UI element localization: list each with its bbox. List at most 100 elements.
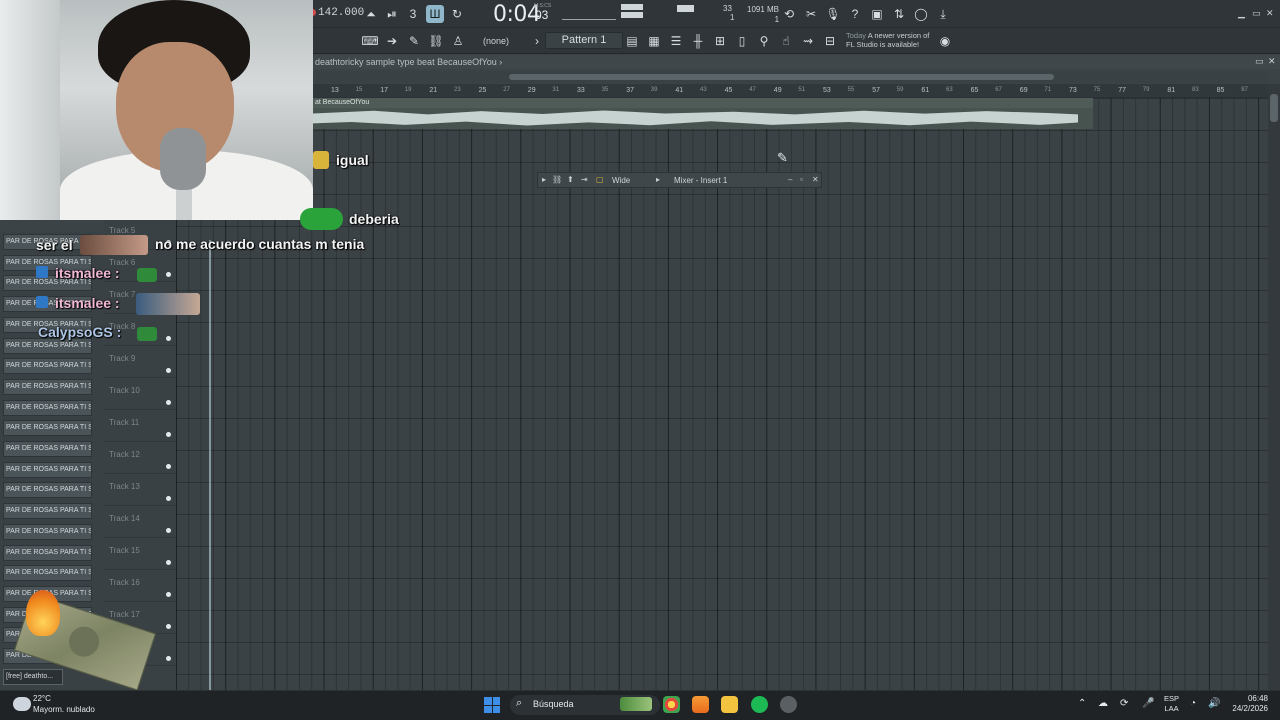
mixer-fx-icon[interactable]: ⇝ (799, 32, 817, 50)
picker-clip-item[interactable]: PAR DE ROSAS PARA TI SA... (3, 441, 92, 457)
track-mute-indicator[interactable] (166, 464, 171, 469)
download-icon[interactable]: ⤓ (934, 5, 952, 23)
route-icon[interactable]: ⇥ (581, 175, 588, 184)
playhead[interactable] (209, 240, 211, 690)
picker-clip-item[interactable]: PAR DE ROSAS PARA TI SA... (3, 565, 92, 582)
picker-clip-item[interactable]: PAR DE ROSAS PARA TI SA... (3, 399, 92, 416)
track-header[interactable]: Track 14 (104, 506, 176, 538)
track-mute-indicator[interactable] (166, 656, 171, 661)
touch-icon[interactable]: ☝ (777, 32, 795, 50)
mixer-icon[interactable]: ╫ (689, 32, 707, 50)
scrollbar-thumb[interactable] (509, 74, 1054, 80)
mixer-minimize-icon[interactable]: – (788, 175, 792, 184)
picker-clip-item[interactable]: PAR DE ROSAS PARA TI SA... (3, 378, 92, 395)
track-header[interactable]: Track 13 (104, 474, 176, 506)
file-explorer-icon[interactable] (721, 696, 738, 713)
track-mute-indicator[interactable] (166, 432, 171, 437)
track-header[interactable]: Track 12 (104, 442, 176, 474)
loop-record-icon[interactable]: ↻ (448, 5, 466, 23)
mixer-maximize-icon[interactable]: ▫ (800, 175, 803, 184)
fl-studio-icon[interactable] (692, 696, 709, 713)
timeline-ruler[interactable]: 13 17 21 25 29 33 37 41 45 49 53 57 61 65 69 73 77 81 85 15… (313, 84, 1268, 98)
wifi-icon[interactable]: ◔ (1190, 698, 1196, 709)
snap-select[interactable]: (none) (483, 36, 509, 46)
pencil-icon[interactable]: ✎ (405, 32, 423, 50)
playlist-minimize-icon[interactable]: ▭ (1255, 56, 1264, 67)
store-icon[interactable]: ⊟ (821, 32, 839, 50)
app-icon[interactable] (780, 696, 797, 713)
mic-icon[interactable]: 🎙 (824, 5, 842, 23)
restore-icon[interactable]: ▭ (1252, 8, 1261, 19)
pattern-prev-icon[interactable]: › (528, 32, 546, 50)
track-mute-indicator[interactable] (166, 592, 171, 597)
link-chain-icon[interactable]: ⛓ (552, 175, 562, 184)
volume-icon[interactable]: 🔊 (1208, 698, 1220, 709)
arrow-icon[interactable]: ➔ (383, 32, 401, 50)
arrow-up-icon[interactable]: ⬆ (567, 175, 574, 184)
weather-widget[interactable]: 22°C Mayorm. nublado (33, 693, 95, 715)
picker-clip-item[interactable]: PAR DE ROSAS PARA TI SA... (3, 544, 92, 561)
playlist-icon[interactable]: ▤ (623, 32, 641, 50)
mixer-insert-window[interactable]: ▸ ⛓ ⬆ ⇥ ▢ Wide ▸ Mixer - Insert 1 – ▫ ✕ (537, 172, 822, 188)
track-mute-indicator[interactable] (166, 528, 171, 533)
globe-icon[interactable]: ◉ (936, 32, 954, 50)
folder-icon[interactable]: ▢ (596, 175, 604, 184)
audio-clip[interactable]: at BecauseOfYou (313, 98, 1093, 129)
picker-clip-item[interactable]: PAR DE ROSAS PARA TI SA... (3, 503, 92, 520)
playlist-breadcrumb[interactable]: deathtoricky sample type beat BecauseOfY… (315, 57, 502, 67)
system-clock[interactable]: 06:48 24/2/2026 (1226, 694, 1268, 714)
playlist-close-icon[interactable]: ✕ (1268, 56, 1276, 67)
picker-clip-item[interactable]: PAR DE ROSAS PARA TI SA... (3, 358, 92, 375)
metronome-icon[interactable]: ⏶ (362, 5, 380, 23)
arrow-right-icon[interactable]: ▸ (542, 175, 546, 184)
picker-clip-item[interactable]: PAR DE ROSAS PARA TI SA... (3, 420, 92, 437)
export-icon[interactable]: ⇅ (890, 5, 908, 23)
plugin-icon[interactable]: ⚲ (755, 32, 773, 50)
network-icon[interactable]: ⟳ (1120, 698, 1128, 709)
cut-icon[interactable]: ✂ (802, 5, 820, 23)
language-indicator[interactable]: ESP LAA (1164, 694, 1179, 714)
track-mute-indicator[interactable] (166, 272, 171, 277)
news-panel[interactable]: Today A newer version of FL Studio is av… (846, 31, 929, 49)
track-mute-indicator[interactable] (166, 400, 171, 405)
track-mute-indicator[interactable] (166, 560, 171, 565)
picker-clip-item[interactable]: PAR DE ROSAS PARA TI SA... (3, 482, 92, 499)
stamp-icon[interactable]: ♙ (449, 32, 467, 50)
vertical-scrollbar[interactable] (1268, 84, 1280, 690)
picker-clip-item[interactable]: PAR DE ROSAS PARA TI SA... (3, 523, 92, 540)
track-header[interactable]: Track 15 (104, 538, 176, 570)
track-mute-indicator[interactable] (166, 336, 171, 341)
track-header[interactable]: Track 10 (104, 378, 176, 410)
stereo-width[interactable]: Wide (612, 176, 630, 185)
chevron-up-icon[interactable]: ⌃ (1078, 698, 1086, 709)
mixer-close-icon[interactable]: ✕ (812, 175, 819, 184)
windows-start-icon[interactable] (484, 697, 500, 713)
close-icon[interactable]: ✕ (1266, 8, 1274, 19)
track-header[interactable]: Track 9 (104, 346, 176, 378)
track-header[interactable]: Track 16 (104, 570, 176, 602)
cloud-icon[interactable] (13, 697, 31, 711)
undo-icon[interactable]: ⟲ (780, 5, 798, 23)
mic-tray-icon[interactable]: 🎤 (1142, 698, 1154, 709)
countdown-icon[interactable]: 3 (404, 5, 422, 23)
keyboard-icon[interactable]: ⌨ (361, 32, 379, 50)
browser-icon[interactable]: ⊞ (711, 32, 729, 50)
wait-input-icon[interactable]: ⏯ (383, 5, 401, 23)
save-icon[interactable]: ▣ (868, 5, 886, 23)
track-mute-indicator[interactable] (166, 368, 171, 373)
track-mute-indicator[interactable] (166, 624, 171, 629)
cloud-sync-icon[interactable]: ☁ (1098, 698, 1108, 709)
pattern-selector[interactable]: Pattern 1 (545, 32, 623, 49)
project-icon[interactable]: ▯ (733, 32, 751, 50)
link-icon[interactable]: ⛓ (427, 32, 445, 50)
tempo-display[interactable]: 142.000 (318, 7, 364, 19)
spotify-icon[interactable] (751, 696, 768, 713)
track-header[interactable]: Track 11 (104, 410, 176, 442)
chrome-icon[interactable] (663, 696, 680, 713)
vscroll-thumb[interactable] (1270, 94, 1278, 122)
track-mute-indicator[interactable] (166, 496, 171, 501)
picker-clip-item[interactable]: PAR DE ROSAS PARA TI SA... (3, 461, 92, 478)
horizontal-scrollbar[interactable] (313, 71, 1268, 83)
menu-arrow-icon[interactable]: ▸ (656, 175, 660, 184)
channel-rack-icon[interactable]: ☰ (667, 32, 685, 50)
